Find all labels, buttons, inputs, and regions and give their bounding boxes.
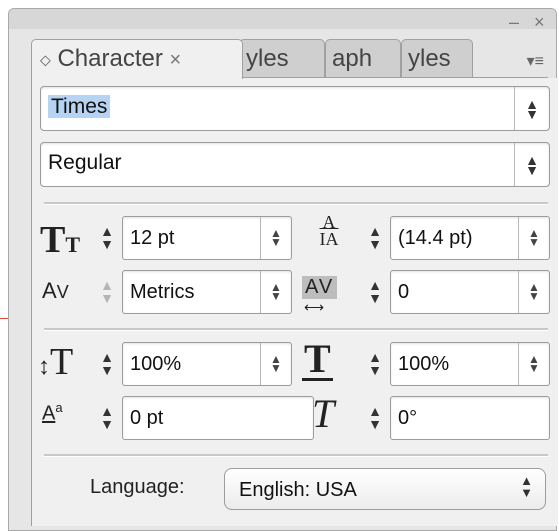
tracking-field[interactable]: 0 ▲ ▼ xyxy=(390,270,550,314)
kerning-stepper[interactable]: ▲ ▼ xyxy=(94,270,120,314)
font-family-field[interactable]: Times ▲ ▼ xyxy=(40,86,550,131)
skew-field[interactable]: 0° xyxy=(390,396,550,440)
font-style-stepper-icon[interactable]: ▲ ▼ xyxy=(514,143,549,186)
tracking-arrow-icon: ⟷ xyxy=(304,301,325,316)
vertical-scale-dropdown-icon[interactable]: ▲ ▼ xyxy=(260,343,291,385)
tab-paragraph[interactable]: aph xyxy=(325,39,401,77)
vertical-scale-field[interactable]: 100% ▲ ▼ xyxy=(122,342,292,386)
language-label: Language: xyxy=(90,476,185,498)
font-size-icon: TT xyxy=(40,219,81,261)
minimize-icon[interactable]: – xyxy=(509,13,519,31)
tab-bar: yles aph yles ◇ Character × ▾≡ xyxy=(31,39,548,79)
leading-stepper[interactable]: ▲ ▼ xyxy=(362,216,388,260)
font-style-value: Regular xyxy=(48,151,122,174)
tab-paragraph-styles[interactable]: yles xyxy=(401,39,473,77)
leading-icon: A IA xyxy=(319,212,339,249)
section-divider xyxy=(44,328,548,331)
language-dropdown-icon: ▲ ▼ xyxy=(520,473,533,500)
tracking-dropdown-icon[interactable]: ▲ ▼ xyxy=(518,271,549,313)
section-divider xyxy=(44,454,548,457)
skew-icon: T xyxy=(312,391,335,436)
language-select[interactable]: English: USA ▲ ▼ xyxy=(224,468,546,510)
vertical-scale-value: 100% xyxy=(130,353,182,375)
tab-character-styles[interactable]: yles xyxy=(239,39,325,77)
tracking-stepper[interactable]: ▲ ▼ xyxy=(362,270,388,314)
kerning-field[interactable]: Metrics ▲ ▼ xyxy=(122,270,292,314)
tab-character[interactable]: ◇ Character × xyxy=(31,39,243,79)
horizontal-scale-value: 100% xyxy=(398,353,450,375)
language-value: English: USA xyxy=(239,479,357,501)
font-size-dropdown-icon[interactable]: ▲ ▼ xyxy=(260,217,291,259)
updown-icon: ◇ xyxy=(40,51,51,68)
tab-label: Character xyxy=(57,45,163,72)
close-panel-icon[interactable]: × xyxy=(534,13,545,31)
leading-dropdown-icon[interactable]: ▲ ▼ xyxy=(518,217,549,259)
skew-value: 0° xyxy=(398,407,418,429)
tracking-icon: AV xyxy=(302,276,338,299)
font-size-stepper[interactable]: ▲ ▼ xyxy=(94,216,120,260)
baseline-shift-icon: Aa xyxy=(42,400,63,425)
vertical-scale-stepper[interactable]: ▲ ▼ xyxy=(94,342,120,386)
horizontal-scale-stepper[interactable]: ▲ ▼ xyxy=(362,342,388,386)
panel-menu-icon[interactable]: ▾≡ xyxy=(527,51,544,71)
tab-label: aph xyxy=(332,45,373,72)
kerning-icon: AV xyxy=(42,278,69,303)
baseline-shift-value: 0 pt xyxy=(130,407,164,429)
character-panel-content: Times ▲ ▼ Regular ▲ ▼ TT ▲ ▼ 12 pt ▲ ▼ A IA ▲… xyxy=(31,78,558,526)
horizontal-scale-field[interactable]: 100% ▲ ▼ xyxy=(390,342,550,386)
panel-title-strip xyxy=(9,9,556,29)
font-size-value: 12 pt xyxy=(130,227,175,249)
font-size-field[interactable]: 12 pt ▲ ▼ xyxy=(122,216,292,260)
tab-label: yles xyxy=(246,45,289,72)
kerning-dropdown-icon[interactable]: ▲ ▼ xyxy=(260,271,291,313)
baseline-shift-field[interactable]: 0 pt xyxy=(122,396,314,440)
skew-stepper[interactable]: ▲ ▼ xyxy=(362,396,388,440)
horizontal-scale-icon: T xyxy=(302,336,333,381)
baseline-shift-stepper[interactable]: ▲ ▼ xyxy=(94,396,120,440)
leading-value: (14.4 pt) xyxy=(398,227,473,249)
font-family-value: Times xyxy=(48,95,111,118)
tracking-value: 0 xyxy=(398,281,410,303)
close-tab-icon[interactable]: × xyxy=(170,49,182,71)
tab-label: yles xyxy=(408,45,451,72)
vertical-scale-icon: ↕T xyxy=(38,341,74,383)
font-family-stepper-icon[interactable]: ▲ ▼ xyxy=(514,87,549,130)
font-style-field[interactable]: Regular ▲ ▼ xyxy=(40,142,550,187)
section-divider xyxy=(44,202,548,205)
kerning-value: Metrics xyxy=(130,281,195,303)
leading-field[interactable]: (14.4 pt) ▲ ▼ xyxy=(390,216,550,260)
horizontal-scale-dropdown-icon[interactable]: ▲ ▼ xyxy=(518,343,549,385)
